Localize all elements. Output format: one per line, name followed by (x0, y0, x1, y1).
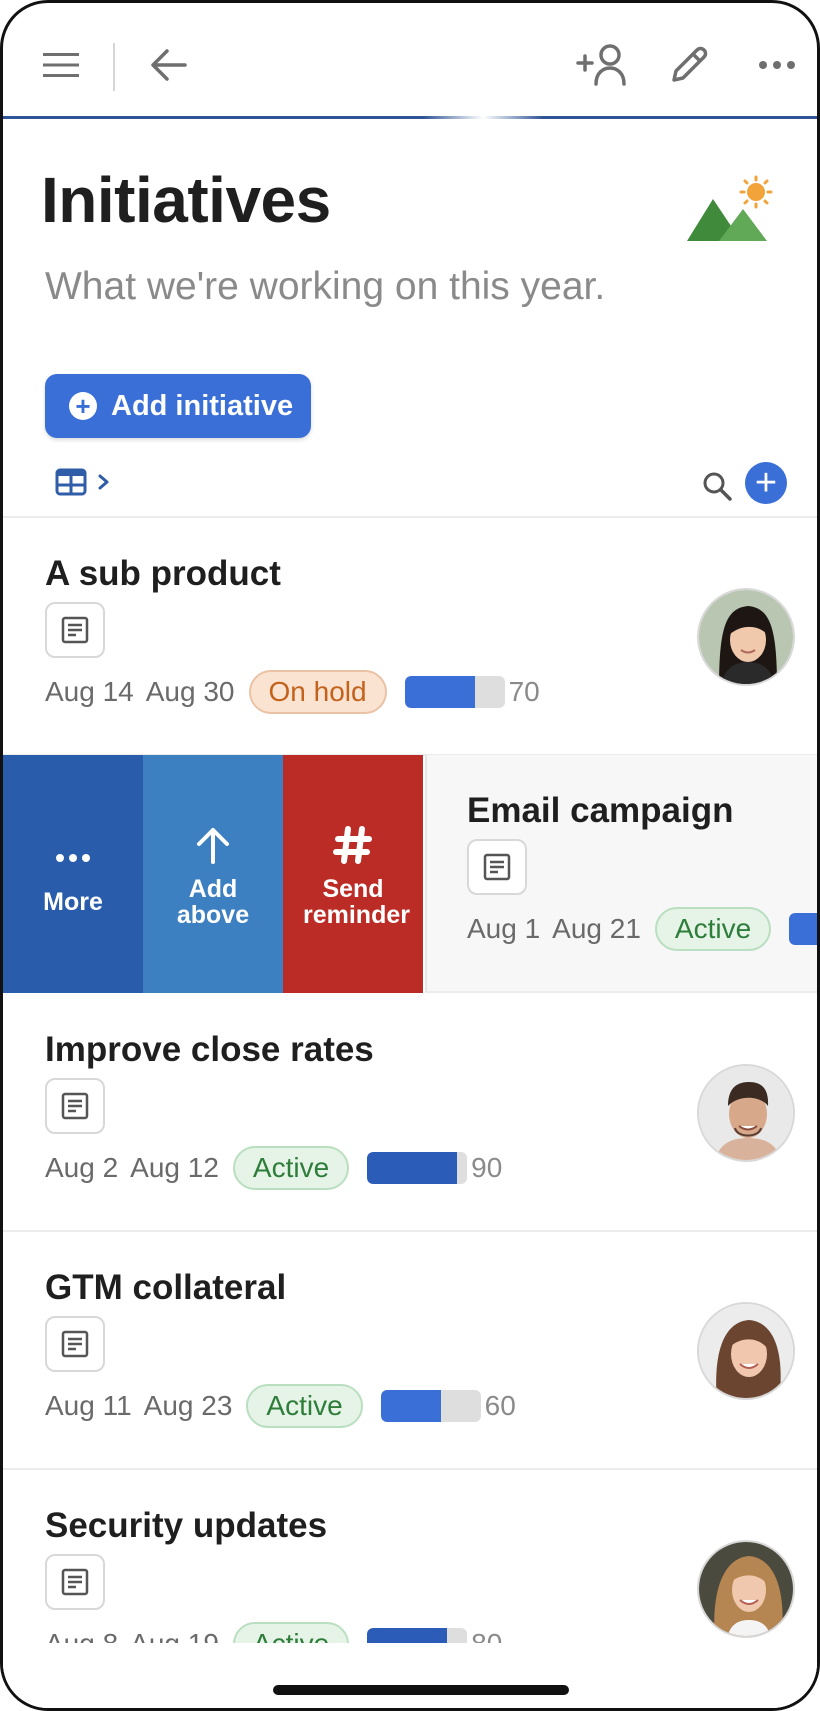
add-row-button[interactable]: + (745, 462, 787, 504)
row-meta: Aug 1 Aug 21 Active (467, 907, 817, 951)
hashtag-icon (332, 820, 374, 870)
status-badge[interactable]: Active (246, 1384, 363, 1428)
row-meta: Aug 11 Aug 23 Active 60 (45, 1384, 516, 1428)
document-icon[interactable] (45, 602, 105, 658)
start-date: Aug 1 (467, 913, 541, 944)
progress-fill (789, 913, 817, 945)
plus-circle-icon: + (69, 392, 97, 420)
send-reminder-action-label: Send reminder (303, 875, 410, 929)
more-action-button[interactable]: More (3, 755, 143, 993)
progress-value: 60 (484, 1390, 516, 1421)
status-badge[interactable]: On hold (248, 670, 387, 714)
document-icon[interactable] (45, 1078, 105, 1134)
avatar[interactable] (697, 588, 795, 686)
list-toolbar: + (3, 458, 817, 518)
progress-fill (380, 1390, 441, 1422)
add-above-action-button[interactable]: Add above (143, 755, 283, 993)
start-date: Aug 2 (45, 1152, 119, 1183)
more-action-label: More (43, 888, 103, 916)
start-date: Aug 14 (45, 676, 134, 707)
progress-bar (789, 913, 817, 945)
phone-frame: Initiatives What we're working on this y… (0, 0, 820, 1711)
document-icon[interactable] (467, 839, 527, 895)
topbar-divider (113, 43, 115, 91)
avatar[interactable] (697, 1302, 795, 1400)
arrow-up-icon (195, 820, 231, 870)
home-indicator[interactable] (273, 1685, 569, 1695)
list-item-swiped[interactable]: Email campaign Aug 1 Aug 21 Active (425, 755, 817, 993)
row-meta: Aug 14 Aug 30 On hold 70 (45, 670, 540, 714)
progress-fill (367, 1152, 458, 1184)
back-arrow-icon[interactable] (143, 39, 195, 91)
page-subtitle: What we're working on this year. (45, 265, 606, 308)
end-date: Aug 21 (552, 913, 641, 944)
progress-bar (367, 1152, 468, 1184)
progress-value: 90 (471, 1152, 503, 1183)
initiative-name: Security updates (45, 1506, 328, 1545)
initiative-name: A sub product (45, 554, 281, 593)
top-bar (3, 3, 817, 119)
list-item[interactable]: Improve close rates Aug 2 Aug 12 Active … (3, 994, 817, 1232)
end-date: Aug 12 (130, 1152, 219, 1183)
bottom-safe-area (3, 1643, 817, 1708)
status-badge[interactable]: Active (654, 907, 772, 951)
progress-fill (404, 676, 475, 708)
list-item[interactable]: A sub product Aug 14 Aug 30 On hold 70 (3, 518, 817, 756)
initiative-name: Email campaign (467, 791, 734, 830)
table-view-icon (55, 468, 87, 496)
progress-bar (380, 1390, 481, 1422)
end-date: Aug 30 (145, 676, 235, 707)
document-icon[interactable] (45, 1554, 105, 1610)
search-icon[interactable] (697, 466, 737, 506)
end-date: Aug 23 (143, 1390, 233, 1421)
initiative-name: GTM collateral (45, 1268, 287, 1307)
list-item[interactable]: GTM collateral Aug 11 Aug 23 Active 60 (3, 1232, 817, 1470)
add-above-action-label: Add above (176, 875, 250, 929)
view-switcher[interactable] (55, 468, 111, 496)
start-date: Aug 11 (45, 1390, 132, 1421)
status-badge[interactable]: Active (232, 1146, 350, 1190)
progress-bar (404, 676, 505, 708)
initiative-name: Improve close rates (45, 1030, 374, 1069)
more-horizontal-icon[interactable] (751, 39, 803, 91)
more-horizontal-icon (55, 833, 91, 883)
edit-pencil-icon[interactable] (663, 39, 715, 91)
menu-icon[interactable] (35, 39, 87, 91)
add-initiative-button[interactable]: + Add initiative (45, 374, 311, 438)
document-icon[interactable] (45, 1316, 105, 1372)
avatar[interactable] (697, 1540, 795, 1638)
progress-value: 70 (508, 676, 540, 707)
row-meta: Aug 2 Aug 12 Active 90 (45, 1146, 502, 1190)
chevron-right-icon (98, 474, 109, 490)
topbar-fade (423, 113, 543, 119)
swipe-actions: More Add above Send reminder (3, 755, 423, 993)
page-title: Initiatives (41, 164, 331, 236)
add-person-icon[interactable] (575, 39, 631, 91)
send-reminder-action-button[interactable]: Send reminder (283, 755, 423, 993)
add-initiative-label: Add initiative (111, 389, 294, 422)
avatar[interactable] (697, 1064, 795, 1162)
mountain-sun-icon[interactable] (683, 175, 783, 245)
